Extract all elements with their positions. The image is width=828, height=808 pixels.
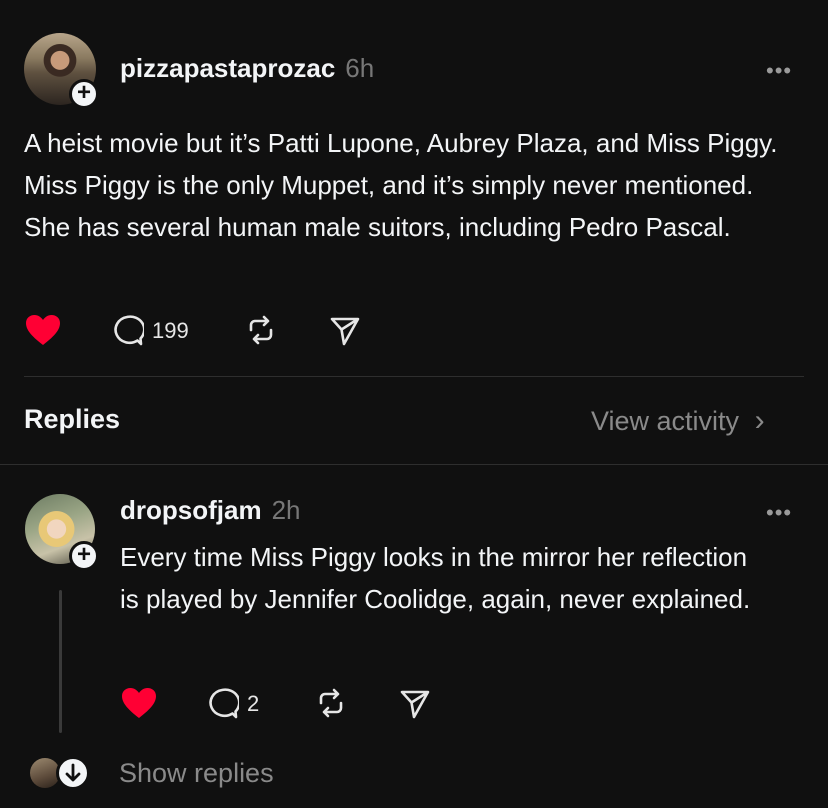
view-activity-link[interactable]: View activity ›	[591, 404, 765, 438]
thread-line	[59, 590, 62, 733]
reply-header: dropsofjam 2h	[120, 495, 301, 526]
arrow-down-icon[interactable]	[56, 756, 90, 790]
comment-icon	[209, 688, 239, 719]
post-text: A heist movie but it’s Patti Lupone, Aub…	[24, 128, 778, 242]
follow-plus-icon[interactable]: +	[69, 79, 99, 109]
replies-heading: Replies	[24, 404, 121, 434]
reply-more-options-icon[interactable]: •••	[766, 500, 792, 526]
repost-icon	[319, 688, 343, 718]
reply-share-button[interactable]	[399, 688, 431, 720]
post-username[interactable]: pizzapastaprozac	[120, 53, 335, 83]
reply-timestamp: 2h	[271, 495, 301, 525]
repost-icon	[249, 315, 273, 345]
heart-filled-icon	[122, 688, 156, 718]
send-icon	[330, 317, 360, 346]
like-button[interactable]	[24, 313, 62, 347]
reply-comment-button[interactable]	[205, 687, 239, 721]
section-divider	[24, 376, 804, 377]
header-divider	[0, 464, 828, 465]
comment-button[interactable]	[110, 314, 144, 348]
post-timestamp: 6h	[345, 53, 375, 83]
chevron-right-icon: ›	[754, 404, 765, 437]
reply-reply-count: 2	[247, 691, 260, 716]
post-reply-count: 199	[152, 318, 189, 343]
reply-follow-plus-icon[interactable]: +	[69, 541, 99, 571]
share-button[interactable]	[329, 315, 361, 347]
reply-repost-button[interactable]	[314, 687, 348, 719]
reply-text: Every time Miss Piggy looks in the mirro…	[120, 542, 751, 614]
view-activity-label: View activity	[591, 406, 740, 436]
heart-filled-icon	[26, 315, 60, 345]
reply-like-button[interactable]	[120, 686, 158, 720]
comment-icon	[114, 315, 144, 346]
post-more-options-icon[interactable]: •••	[766, 58, 792, 84]
show-replies-button[interactable]: Show replies	[119, 758, 274, 789]
send-icon	[400, 690, 430, 719]
post-header: pizzapastaprozac 6h	[120, 53, 374, 84]
repost-button[interactable]	[244, 314, 278, 346]
reply-username[interactable]: dropsofjam	[120, 495, 262, 525]
